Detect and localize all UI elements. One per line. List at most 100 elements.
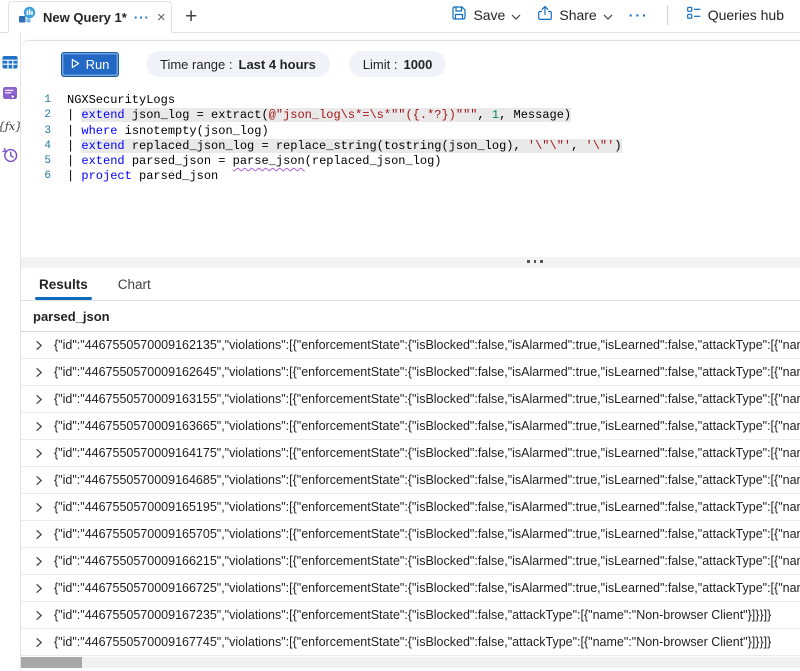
main-area: Run Time range : Last 4 hours Limit : 10… (20, 33, 800, 671)
history-icon (1, 146, 19, 169)
query-tab[interactable]: New Query 1* ··· × (8, 1, 172, 33)
share-icon (537, 5, 553, 24)
sidebar-item-saved-queries[interactable] (0, 86, 20, 104)
new-tab-button[interactable]: + (185, 6, 197, 27)
splitter-handle[interactable] (21, 257, 800, 268)
row-json-text: {"id":"4467550570009162135","violations"… (54, 338, 800, 352)
code-lines: 1NGXSecurityLogs2| extend json_log = ext… (21, 93, 800, 185)
tab-overflow-icon[interactable]: ··· (134, 10, 150, 25)
results-tab-strip: Results Chart (21, 268, 800, 301)
horizontal-scrollbar[interactable] (21, 657, 800, 668)
table-icon (1, 53, 19, 76)
expand-chevron-icon[interactable] (33, 637, 44, 648)
run-button[interactable]: Run (61, 52, 119, 77)
queries-hub-label: Queries hub (708, 7, 784, 23)
divider (667, 5, 668, 25)
row-json-text: {"id":"4467550570009164685","violations"… (54, 473, 800, 487)
save-label: Save (473, 7, 505, 23)
query-editor[interactable]: 1NGXSecurityLogs2| extend json_log = ext… (21, 87, 800, 185)
table-row[interactable]: {"id":"4467550570009166215","violations"… (21, 548, 800, 575)
share-button[interactable]: Share (533, 3, 616, 26)
table-row[interactable]: {"id":"4467550570009164175","violations"… (21, 440, 800, 467)
code-text: | where isnotempty(json_log) (51, 124, 269, 139)
expand-chevron-icon[interactable] (33, 556, 44, 567)
expand-chevron-icon[interactable] (33, 367, 44, 378)
line-number: 2 (21, 108, 51, 123)
expand-chevron-icon[interactable] (33, 475, 44, 486)
line-number: 5 (21, 154, 51, 169)
sidebar-item-history[interactable] (0, 148, 20, 166)
horizontal-scrollbar-thumb[interactable] (21, 657, 82, 668)
queries-hub-button[interactable]: Queries hub (682, 3, 788, 26)
row-json-text: {"id":"4467550570009164175","violations"… (54, 446, 800, 460)
table-row[interactable]: {"id":"4467550570009162135","violations"… (21, 332, 800, 359)
code-line[interactable]: 5| extend parsed_json = parse_json(repla… (21, 154, 800, 169)
table-row[interactable]: {"id":"4467550570009162645","violations"… (21, 359, 800, 386)
code-line[interactable]: 2| extend json_log = extract(@"json_log\… (21, 108, 800, 123)
tab-title: New Query 1* (43, 10, 127, 25)
row-json-text: {"id":"4467550570009162645","violations"… (54, 365, 800, 379)
expand-chevron-icon[interactable] (33, 502, 44, 513)
results-grid: parsed_json {"id":"4467550570009162135",… (21, 301, 800, 671)
tab-actions: Save Share ··· (447, 3, 800, 32)
expand-chevron-icon[interactable] (33, 529, 44, 540)
limit-label: Limit : (363, 57, 398, 72)
tab-bar: New Query 1* ··· × + Save (0, 0, 800, 33)
sidebar-item-tables[interactable] (0, 55, 20, 73)
code-text: | extend json_log = extract(@"json_log\s… (51, 108, 571, 123)
table-row[interactable]: {"id":"4467550570009167235","violations"… (21, 602, 800, 629)
table-row[interactable]: {"id":"4467550570009164685","violations"… (21, 467, 800, 494)
code-line[interactable]: 3| where isnotempty(json_log) (21, 124, 800, 139)
code-text: | extend parsed_json = parse_json(replac… (51, 154, 442, 169)
expand-chevron-icon[interactable] (33, 448, 44, 459)
queries-hub-icon (686, 5, 702, 24)
table-row[interactable]: {"id":"4467550570009163665","violations"… (21, 413, 800, 440)
table-row[interactable]: {"id":"4467550570009167745","violations"… (21, 629, 800, 656)
expand-chevron-icon[interactable] (33, 610, 44, 621)
line-number: 6 (21, 169, 51, 184)
expand-chevron-icon[interactable] (33, 421, 44, 432)
expand-chevron-icon[interactable] (33, 340, 44, 351)
chevron-down-icon (603, 7, 613, 23)
row-json-text: {"id":"4467550570009163155","violations"… (54, 392, 800, 406)
line-number: 1 (21, 93, 51, 108)
table-row[interactable]: {"id":"4467550570009166725","violations"… (21, 575, 800, 602)
code-line[interactable]: 6| project parsed_json (21, 169, 800, 184)
time-range-label: Time range : (160, 57, 233, 72)
query-toolbar: Run Time range : Last 4 hours Limit : 10… (21, 41, 800, 87)
expand-chevron-icon[interactable] (33, 394, 44, 405)
sidebar-item-functions[interactable]: {ƒx} (0, 117, 20, 135)
line-number: 4 (21, 139, 51, 154)
column-header[interactable]: parsed_json (21, 301, 800, 332)
code-text: NGXSecurityLogs (51, 93, 175, 108)
saved-queries-icon (1, 84, 19, 107)
time-range-value: Last 4 hours (239, 57, 316, 72)
play-icon (71, 57, 80, 72)
code-line[interactable]: 4| extend replaced_json_log = replace_st… (21, 139, 800, 154)
line-number: 3 (21, 124, 51, 139)
tab-results[interactable]: Results (39, 268, 88, 300)
save-button[interactable]: Save (447, 3, 525, 26)
row-json-text: {"id":"4467550570009165195","violations"… (54, 500, 800, 514)
chevron-down-icon (511, 7, 521, 23)
row-json-text: {"id":"4467550570009166725","violations"… (54, 581, 800, 595)
code-text: | extend replaced_json_log = replace_str… (51, 139, 622, 154)
query-panel: Run Time range : Last 4 hours Limit : 10… (21, 40, 800, 257)
expand-chevron-icon[interactable] (33, 583, 44, 594)
row-json-text: {"id":"4467550570009163665","violations"… (54, 419, 800, 433)
table-row[interactable]: {"id":"4467550570009165195","violations"… (21, 494, 800, 521)
run-label: Run (86, 57, 110, 72)
code-line[interactable]: 1NGXSecurityLogs (21, 93, 800, 108)
splitter-dots-icon (527, 260, 543, 263)
row-json-text: {"id":"4467550570009167235","violations"… (54, 608, 800, 622)
close-icon[interactable]: × (157, 10, 166, 25)
time-range-picker[interactable]: Time range : Last 4 hours (146, 51, 330, 77)
table-row[interactable]: {"id":"4467550570009163155","violations"… (21, 386, 800, 413)
share-label: Share (559, 7, 596, 23)
limit-value: 1000 (403, 57, 432, 72)
limit-picker[interactable]: Limit : 1000 (349, 51, 447, 77)
results-panel: Results Chart parsed_json {"id":"4467550… (21, 268, 800, 671)
table-row[interactable]: {"id":"4467550570009165705","violations"… (21, 521, 800, 548)
tab-chart[interactable]: Chart (118, 268, 151, 300)
more-icon[interactable]: ··· (625, 7, 653, 23)
